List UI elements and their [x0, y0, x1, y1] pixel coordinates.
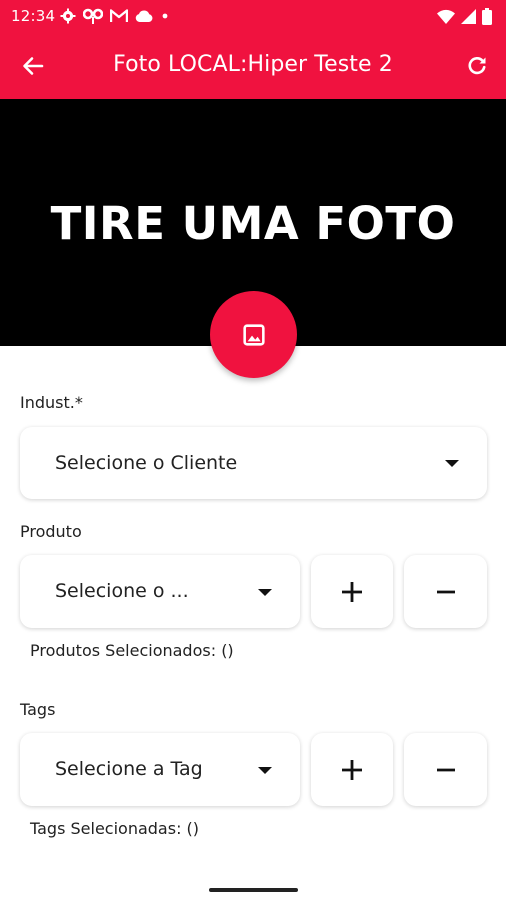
- home-handle[interactable]: [209, 888, 298, 892]
- minus-icon: [436, 768, 455, 771]
- image-icon: [242, 323, 265, 346]
- settings-icon: [60, 8, 76, 24]
- product-dropdown[interactable]: Selecione o ...: [20, 555, 300, 628]
- app-bar: Foto LOCAL:Hiper Teste 2: [0, 32, 506, 99]
- pick-image-button[interactable]: [210, 291, 297, 378]
- chevron-down-icon: [258, 589, 272, 596]
- app-title: Foto LOCAL:Hiper Teste 2: [113, 52, 393, 77]
- chevron-down-icon: [258, 767, 272, 774]
- signal-icon: [461, 8, 476, 24]
- plus-icon: [342, 581, 362, 602]
- industry-label: Indust.*: [20, 393, 83, 412]
- dot-icon: [160, 11, 170, 21]
- refresh-icon: [468, 57, 486, 75]
- gmail-icon: [110, 9, 128, 23]
- remove-tag-button[interactable]: [404, 733, 487, 806]
- plus-icon: [342, 759, 362, 780]
- photo-placeholder-text: TIRE UMA FOTO: [50, 197, 456, 250]
- status-time: 12:34: [11, 7, 56, 25]
- add-tag-button[interactable]: [311, 733, 393, 806]
- tags-label: Tags: [20, 700, 56, 719]
- network-icon: [83, 8, 103, 24]
- cloud-icon: [135, 10, 153, 22]
- back-button[interactable]: [18, 51, 48, 81]
- status-icons-left: [60, 7, 170, 25]
- tags-dropdown[interactable]: Selecione a Tag: [20, 733, 300, 806]
- refresh-button[interactable]: [462, 51, 492, 81]
- chevron-down-icon: [445, 460, 459, 467]
- gesture-nav-bar: [0, 880, 506, 900]
- selected-products-text: Produtos Selecionados: (): [30, 641, 234, 660]
- selected-tags-text: Tags Selecionadas: (): [30, 819, 200, 838]
- status-icons-right: [437, 7, 492, 25]
- arrow-back-icon: [23, 57, 44, 75]
- add-product-button[interactable]: [311, 555, 393, 628]
- minus-icon: [436, 590, 455, 593]
- industry-dropdown[interactable]: Selecione o Cliente: [20, 427, 487, 499]
- status-bar: 12:34: [0, 0, 506, 32]
- battery-icon: [482, 7, 492, 25]
- remove-product-button[interactable]: [404, 555, 487, 628]
- tags-dropdown-value: Selecione a Tag: [55, 758, 203, 780]
- product-dropdown-value: Selecione o ...: [55, 580, 189, 602]
- industry-dropdown-value: Selecione o Cliente: [55, 452, 238, 474]
- product-label: Produto: [20, 522, 82, 541]
- wifi-icon: [437, 9, 455, 24]
